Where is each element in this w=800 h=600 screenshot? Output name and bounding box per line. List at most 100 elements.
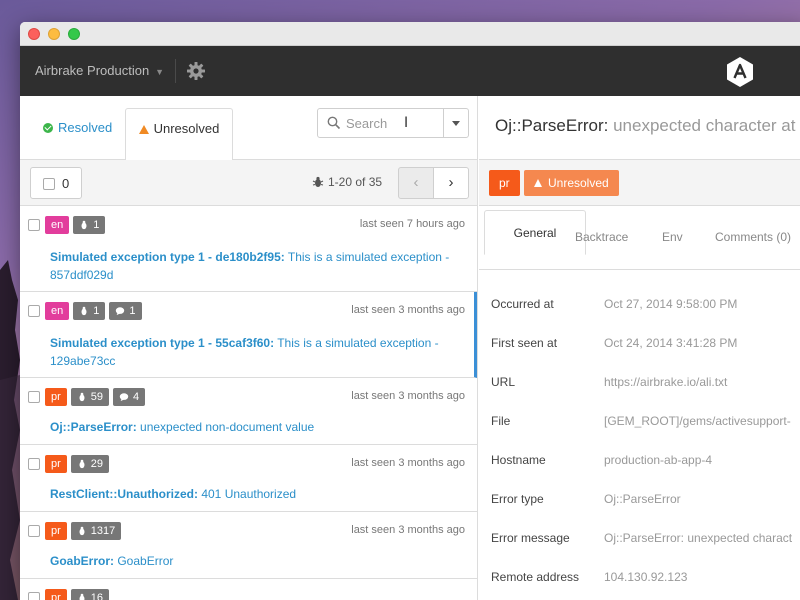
airbrake-logo[interactable] — [724, 56, 756, 88]
search-options-dropdown[interactable] — [443, 109, 468, 137]
field-value: [GEM_ROOT]/gems/activesupport- — [604, 414, 791, 428]
field-value: Oct 27, 2014 9:58:00 PM — [604, 297, 738, 311]
env-badge: pr — [45, 589, 67, 600]
comment-icon — [119, 393, 129, 402]
error-message: GoabError — [114, 554, 174, 568]
close-window-button[interactable] — [28, 28, 40, 40]
env-badge: en — [45, 216, 70, 234]
text-cursor-icon: I — [404, 115, 409, 131]
error-list-item[interactable]: pr 59 4 last seen 3 months ago Oj::Parse… — [20, 378, 477, 445]
next-page-button[interactable]: › — [433, 167, 469, 199]
project-selector[interactable]: Airbrake Production ▼ — [35, 46, 164, 96]
field-key: Hostname — [491, 453, 546, 467]
item-checkbox[interactable] — [28, 305, 40, 317]
minimize-window-button[interactable] — [48, 28, 60, 40]
error-list-item[interactable]: en 1 last seen 7 hours ago Simulated exc… — [20, 206, 477, 292]
error-summary: Simulated exception type 1 - de180b2f95:… — [50, 248, 467, 284]
tab-comments[interactable]: Comments (0) — [715, 230, 791, 244]
previous-page-button[interactable]: ‹ — [398, 167, 434, 199]
topbar-divider — [175, 59, 176, 83]
occurrence-count: 1 — [93, 305, 100, 317]
item-checkbox[interactable] — [28, 391, 40, 403]
env-badge: pr — [45, 388, 67, 406]
item-badges: en 1 1 — [45, 302, 142, 320]
tab-resolved[interactable]: Resolved — [35, 108, 120, 148]
error-summary: Simulated exception type 1 - 55caf3f60: … — [50, 334, 464, 370]
item-badges: pr 1317 — [45, 522, 122, 540]
select-all-checkbox[interactable] — [43, 178, 55, 190]
comment-badge: 1 — [109, 302, 142, 320]
warning-icon — [138, 125, 149, 134]
last-seen: last seen 3 months ago — [351, 390, 465, 402]
chevron-left-icon: ‹ — [413, 174, 419, 191]
occurrence-count: 29 — [90, 458, 104, 470]
pagination-range: 1-20 of 35 — [328, 175, 383, 189]
last-seen: last seen 3 months ago — [351, 524, 465, 536]
item-checkbox[interactable] — [28, 458, 40, 470]
error-summary: GoabError: GoabError — [50, 552, 467, 570]
last-seen: last seen 3 months ago — [351, 457, 465, 469]
bug-icon — [79, 526, 85, 536]
error-type: Simulated exception type 1 - 55caf3f60: — [50, 336, 275, 350]
error-message: 401 Unauthorized — [198, 487, 297, 501]
item-badges: pr 16 — [45, 589, 110, 600]
detail-title: Oj::ParseError: unexpected character at — [495, 116, 795, 136]
comment-count: 4 — [133, 391, 140, 403]
occurrence-badge: 59 — [70, 388, 110, 406]
error-type: Oj::ParseError: — [50, 420, 137, 434]
search-input[interactable] — [346, 113, 436, 133]
tab-resolved-label: Resolved — [58, 120, 113, 135]
tab-env[interactable]: Env — [662, 230, 683, 244]
item-checkbox[interactable] — [28, 219, 40, 231]
detail-error-class: Oj::ParseError: — [495, 116, 609, 135]
occurrence-count: 1317 — [90, 525, 116, 537]
maximize-window-button[interactable] — [68, 28, 80, 40]
occurrence-badge: 29 — [70, 455, 110, 473]
bug-icon — [79, 392, 85, 402]
url-link[interactable]: https://airbrake.io/ali.txt — [604, 375, 727, 389]
field-value: production-ab-app-4 — [604, 453, 713, 467]
item-badges: en 1 — [45, 216, 106, 234]
search-box: I — [317, 108, 469, 138]
field-key: Occurred at — [491, 297, 554, 311]
field-key: File — [491, 414, 511, 428]
error-type: GoabError: — [50, 554, 115, 568]
error-list-item[interactable]: pr 1317 last seen 3 months ago GoabError… — [20, 512, 477, 579]
chevron-right-icon: › — [448, 174, 454, 191]
state-label: Unresolved — [548, 176, 609, 190]
env-badge: pr — [45, 522, 67, 540]
detail-header: Oj::ParseError: unexpected character at — [479, 96, 800, 160]
comment-icon — [116, 307, 125, 316]
error-list-item-selected[interactable]: en 1 1 last seen 3 months ago Simulated … — [20, 292, 477, 378]
tab-unresolved[interactable]: Unresolved — [125, 108, 233, 161]
selected-count: 0 — [62, 176, 70, 191]
tab-backtrace[interactable]: Backtrace — [575, 230, 628, 244]
item-checkbox[interactable] — [28, 592, 40, 600]
last-seen: last seen 3 months ago — [351, 304, 465, 316]
bug-icon — [81, 220, 87, 230]
error-summary: RestClient::Unauthorized: 401 Unauthoriz… — [50, 485, 467, 503]
gear-icon[interactable] — [186, 61, 206, 81]
bug-icon — [81, 306, 87, 316]
field-key: URL — [491, 375, 516, 389]
tab-general[interactable]: General — [484, 210, 586, 255]
env-badge: pr — [45, 455, 67, 473]
detail-actions-bar: pr Unresolved — [479, 160, 800, 206]
list-toolbar: 0 1-20 of 35 ‹ › — [20, 160, 477, 206]
item-checkbox[interactable] — [28, 525, 40, 537]
field-key: Remote address — [491, 570, 580, 584]
error-summary: Oj::ParseError: unexpected non-document … — [50, 418, 467, 436]
field-key: Error type — [491, 492, 544, 506]
field-key: Error message — [491, 531, 570, 545]
error-list-item[interactable]: pr 16 — [20, 579, 477, 600]
resolve-state-button[interactable]: Unresolved — [524, 170, 619, 196]
select-all-button[interactable]: 0 — [30, 167, 82, 199]
title-bar — [20, 22, 800, 46]
error-list-pane: Resolved Unresolved I 0 1-20 of 35 — [20, 96, 478, 600]
bug-icon — [312, 176, 324, 187]
tab-unresolved-label: Unresolved — [153, 121, 220, 136]
comment-count: 1 — [129, 305, 136, 317]
occurrence-badge: 16 — [70, 589, 110, 600]
error-list-item[interactable]: pr 29 last seen 3 months ago RestClient:… — [20, 445, 477, 512]
occurrence-count: 1 — [93, 219, 100, 231]
